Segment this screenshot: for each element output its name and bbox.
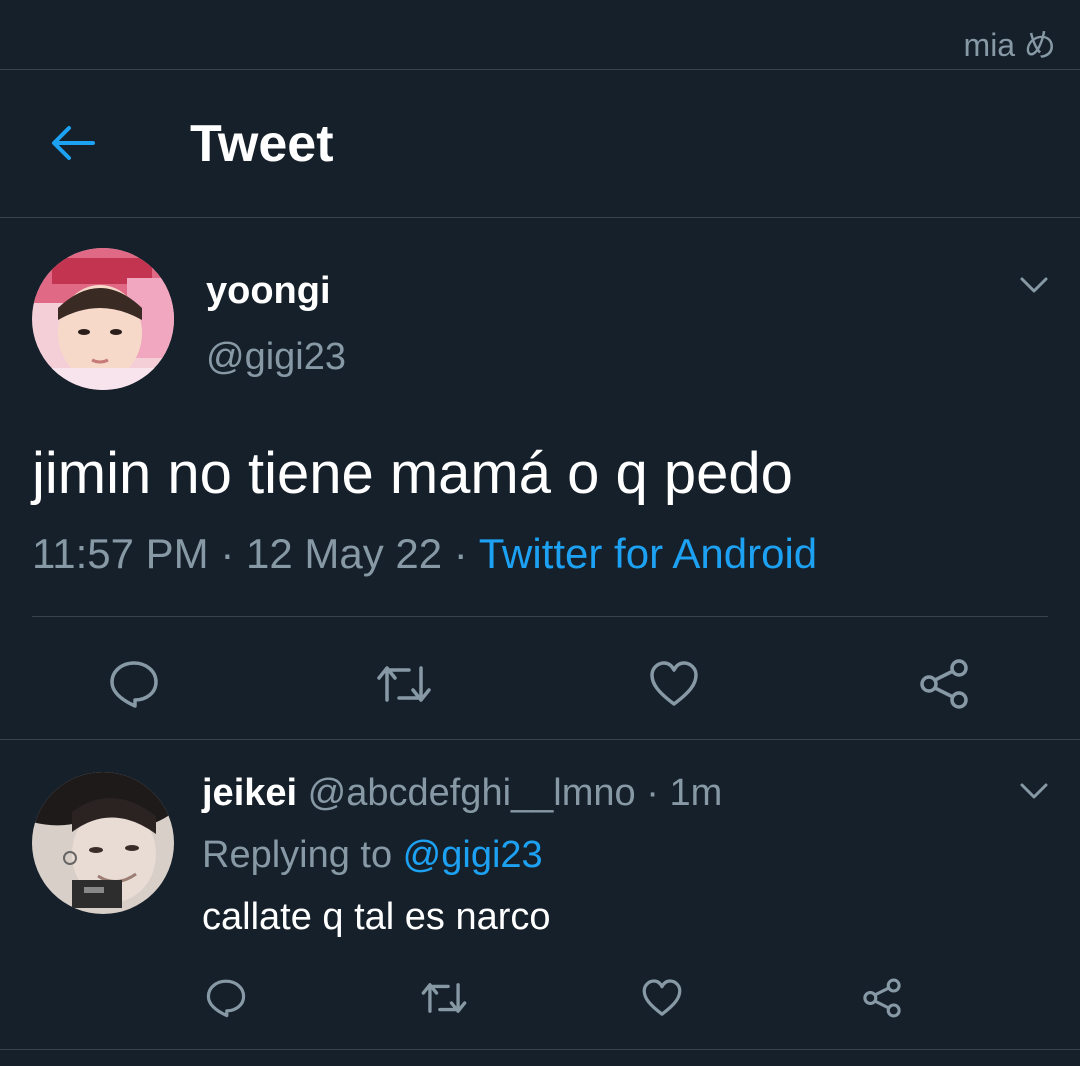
reply-text: callate q tal es narco (202, 896, 551, 938)
meta-separator: · (442, 530, 479, 577)
retweet-icon (377, 666, 431, 702)
author-handle[interactable]: @gigi23 (206, 336, 346, 379)
tweet-menu-button[interactable] (1014, 270, 1054, 300)
tweet-text: jimin no tiene mamá o q pedo (32, 441, 793, 506)
watermark-text: mia め (963, 27, 1056, 63)
retweet-button[interactable] (374, 654, 434, 714)
reply-header: jeikei @abcdefghi__lmno · 1m (202, 772, 722, 815)
share-button[interactable] (914, 654, 974, 714)
meta-separator: · (635, 772, 670, 814)
top-bar: Tweet (0, 70, 1080, 218)
replying-to: Replying to @gigi23 (202, 834, 543, 877)
author-name[interactable]: yoongi (206, 270, 331, 313)
like-button[interactable] (644, 654, 704, 714)
reply-actions (0, 968, 1080, 1038)
back-arrow-icon (52, 126, 95, 160)
tweet-actions (0, 628, 1080, 740)
meta-separator: · (208, 530, 246, 577)
chevron-down-icon (1020, 277, 1048, 293)
reply-author-name[interactable]: jeikei (202, 772, 297, 814)
tweet-time: 11:57 PM (32, 530, 209, 577)
chevron-down-icon (1020, 783, 1048, 799)
reply-author-handle[interactable]: @abcdefghi__lmno (308, 772, 636, 814)
reply-button[interactable] (196, 968, 256, 1028)
share-button[interactable] (852, 968, 912, 1028)
divider (32, 616, 1048, 617)
reply-timestamp: 1m (669, 772, 723, 814)
main-tweet: yoongi @gigi23 jimin no tiene mamá o q p… (0, 218, 1080, 740)
reply-icon (110, 661, 158, 708)
tweet-menu-button[interactable] (1014, 776, 1054, 806)
share-icon (863, 978, 901, 1018)
reply-icon (206, 979, 246, 1018)
tweet-source-link[interactable]: Twitter for Android (479, 530, 817, 577)
replying-to-label: Replying to (202, 834, 403, 876)
avatar[interactable] (32, 772, 174, 914)
like-button[interactable] (632, 968, 692, 1028)
tweet-date: 12 May 22 (245, 530, 443, 577)
tweet-meta: 11:57 PM · 12 May 22 · Twitter for Andro… (32, 530, 817, 578)
back-button[interactable] (44, 116, 102, 170)
mention-link[interactable]: @gigi23 (403, 834, 543, 876)
retweet-icon (421, 983, 467, 1013)
retweet-button[interactable] (414, 968, 474, 1028)
page-title: Tweet (190, 115, 334, 173)
like-icon (650, 661, 698, 706)
status-bar: mia め (0, 0, 1080, 70)
reply-button[interactable] (104, 654, 164, 714)
share-icon (920, 659, 968, 709)
reply-tweet[interactable]: jeikei @abcdefghi__lmno · 1m Replying to… (0, 740, 1080, 1050)
avatar[interactable] (32, 248, 174, 390)
like-icon (642, 979, 682, 1016)
